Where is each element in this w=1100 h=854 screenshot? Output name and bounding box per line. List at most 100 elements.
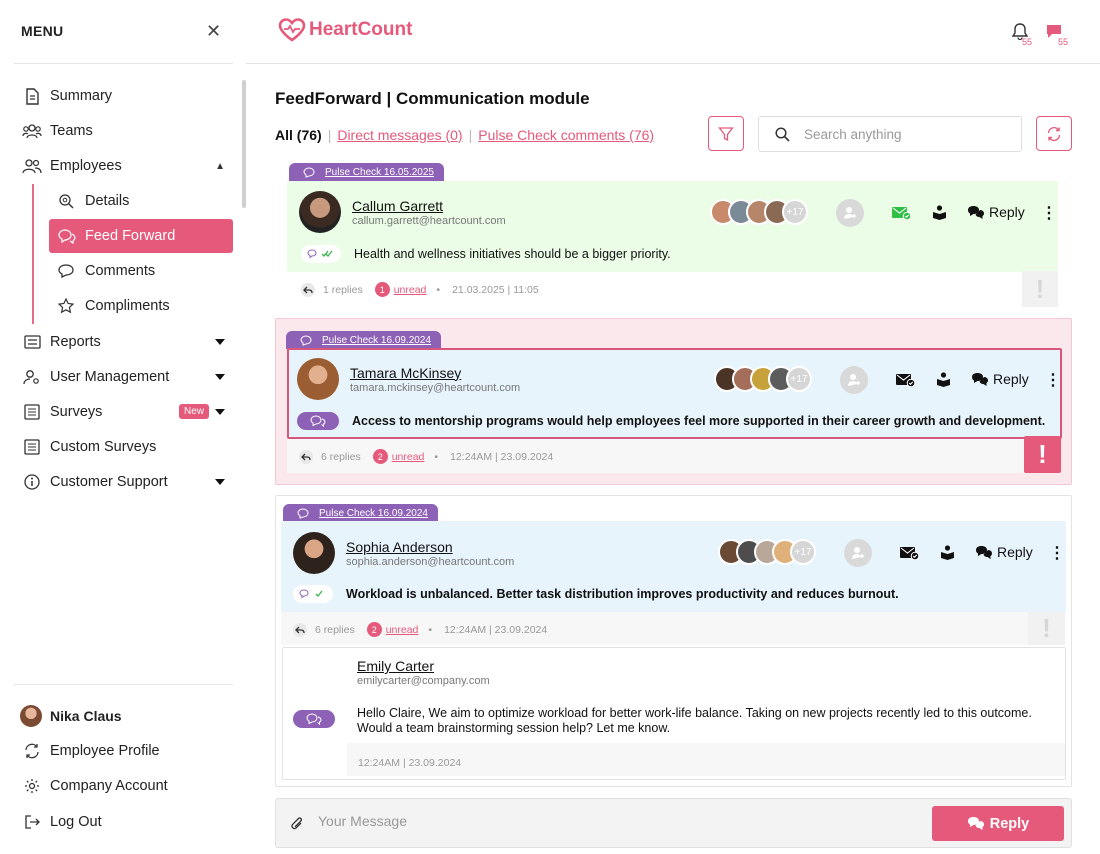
- sidebar-sub-compliments[interactable]: Compliments: [49, 289, 233, 323]
- author-name[interactable]: Emily Carter: [357, 658, 490, 674]
- sidebar-item-label: Employees: [50, 158, 122, 174]
- chat-bubbles-icon: [297, 507, 309, 519]
- reply-card: Emily Carter emilycarter@company.com Hel…: [282, 647, 1066, 780]
- search-input[interactable]: [804, 126, 1004, 142]
- separator: •: [428, 623, 433, 636]
- tab-direct-messages[interactable]: Direct messages (0): [337, 127, 462, 143]
- sidebar-item-custom-surveys[interactable]: Custom Surveys: [22, 431, 233, 463]
- sub-item-label: Compliments: [85, 298, 170, 314]
- sub-item-label: Feed Forward: [85, 228, 176, 244]
- unread-link[interactable]: unread: [394, 284, 427, 296]
- reply-chat-icon: [972, 372, 988, 386]
- tab-pulse-check-comments[interactable]: Pulse Check comments (76): [478, 127, 654, 143]
- filter-button[interactable]: [708, 116, 744, 151]
- more-options-icon[interactable]: ⋮: [1045, 370, 1061, 390]
- filter-tabs: All (76) | Direct messages (0) | Pulse C…: [275, 127, 654, 143]
- author-name[interactable]: Sophia Anderson: [346, 539, 514, 555]
- mail-check-icon: [900, 547, 919, 560]
- info-icon: [22, 472, 42, 492]
- more-participants-count: +17: [786, 366, 812, 392]
- more-options-icon[interactable]: ⋮: [1041, 203, 1057, 223]
- add-user-icon: [844, 207, 856, 219]
- pulse-check-tag[interactable]: Pulse Check 16.09.2024: [283, 504, 438, 522]
- reply-button[interactable]: Reply: [967, 204, 1025, 220]
- sidebar-sub-comments[interactable]: Comments: [49, 254, 233, 288]
- pulse-check-tag[interactable]: Pulse Check 16.05.2025: [289, 163, 444, 181]
- more-options-icon[interactable]: ⋮: [1049, 543, 1065, 563]
- reply-button[interactable]: Reply: [971, 371, 1029, 387]
- divider: [14, 684, 233, 685]
- sidebar-sub-feed-forward[interactable]: Feed Forward: [49, 219, 233, 253]
- mark-read-button[interactable]: [896, 373, 915, 387]
- read-status-icon: [301, 245, 341, 263]
- mark-read-button[interactable]: [900, 546, 919, 560]
- sidebar-item-surveys[interactable]: Surveys New: [22, 396, 233, 428]
- author: Sophia Anderson sophia.anderson@heartcou…: [293, 532, 514, 574]
- reply-button[interactable]: Reply: [975, 544, 1033, 560]
- feed-card-flagged: Pulse Check 16.09.2024 Tamara McKinsey t…: [275, 318, 1072, 485]
- new-badge: New: [178, 404, 209, 419]
- flag-button-active[interactable]: !: [1024, 436, 1061, 473]
- author-name[interactable]: Tamara McKinsey: [350, 365, 520, 381]
- unread-link[interactable]: unread: [392, 451, 425, 463]
- sidebar: MENU ✕ Summary Teams Employees ▲ Details…: [0, 0, 246, 854]
- add-user-button[interactable]: [836, 199, 864, 227]
- close-icon[interactable]: ✕: [206, 22, 221, 40]
- add-user-button[interactable]: [844, 539, 872, 567]
- tab-all[interactable]: All (76): [275, 127, 322, 143]
- pin-button[interactable]: [940, 545, 955, 560]
- sidebar-sub-details[interactable]: Details: [49, 184, 233, 218]
- document-icon: [22, 86, 42, 106]
- current-user: Nika Claus: [20, 705, 122, 727]
- reply-chat-icon: [967, 817, 984, 830]
- comment-icon: [58, 264, 76, 278]
- participants[interactable]: +17: [714, 366, 812, 392]
- message-row: Workload is unbalanced. Better task dist…: [293, 585, 899, 603]
- author-email: sophia.anderson@heartcount.com: [346, 555, 515, 568]
- sidebar-item-summary[interactable]: Summary: [22, 80, 233, 112]
- send-reply-button[interactable]: Reply: [932, 806, 1064, 841]
- sidebar-item-customer-support[interactable]: Customer Support: [22, 466, 233, 498]
- sidebar-item-log-out[interactable]: Log Out: [22, 806, 233, 838]
- replies-count[interactable]: 6 replies: [315, 624, 355, 636]
- flag-button[interactable]: !: [1022, 271, 1058, 307]
- gear-icon: [22, 776, 42, 796]
- top-bar: HeartCount 55 55: [246, 0, 1100, 64]
- sidebar-item-label: Summary: [50, 88, 113, 104]
- unread-count-badge: 2: [366, 622, 382, 637]
- pin-button[interactable]: [932, 205, 947, 220]
- more-participants-count: +17: [782, 199, 808, 225]
- reply-label: Reply: [989, 204, 1025, 220]
- logo-text: HeartCount: [309, 19, 413, 40]
- replies-count[interactable]: 6 replies: [321, 451, 361, 463]
- sidebar-item-teams[interactable]: Teams: [22, 115, 233, 147]
- pulse-check-tag[interactable]: Pulse Check 16.09.2024: [286, 331, 441, 349]
- mark-read-button[interactable]: [892, 206, 911, 220]
- refresh-button[interactable]: [1036, 116, 1072, 151]
- sidebar-item-company-account[interactable]: Company Account: [22, 770, 233, 802]
- author-name[interactable]: Callum Garrett: [352, 198, 506, 214]
- sidebar-item-reports[interactable]: Reports: [22, 326, 233, 358]
- funnel-icon: [718, 126, 734, 141]
- list-icon: [22, 332, 42, 352]
- flag-button[interactable]: !: [1028, 612, 1065, 645]
- avatar: [297, 358, 339, 400]
- more-participants-count: +17: [790, 539, 816, 565]
- separator: |: [468, 127, 473, 143]
- unread-link[interactable]: unread: [386, 624, 419, 636]
- message-input[interactable]: [318, 813, 878, 829]
- replies-count[interactable]: 1 replies: [323, 284, 363, 296]
- sidebar-item-user-management[interactable]: User Management: [22, 361, 233, 393]
- participants[interactable]: +17: [718, 539, 816, 565]
- pin-button[interactable]: [936, 372, 951, 387]
- sidebar-scrollbar[interactable]: [242, 80, 246, 208]
- app-logo[interactable]: HeartCount: [278, 18, 412, 42]
- user-name: Nika Claus: [50, 708, 122, 724]
- feed-card: Pulse Check 16.05.2025 Callum Garrett ca…: [275, 160, 1072, 312]
- add-user-button[interactable]: [840, 366, 868, 394]
- sidebar-item-employees[interactable]: Employees ▲: [22, 150, 233, 182]
- participants[interactable]: +17: [710, 199, 808, 225]
- checklist-icon: [22, 402, 42, 422]
- sidebar-item-employee-profile[interactable]: Employee Profile: [22, 735, 233, 767]
- sidebar-item-label: Company Account: [50, 778, 168, 794]
